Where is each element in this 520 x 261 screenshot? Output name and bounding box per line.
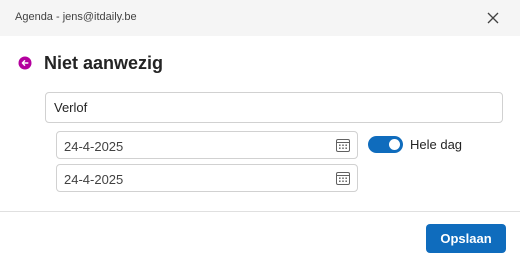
subject-input[interactable]: Verlof [45,92,503,123]
all-day-label: Hele dag [410,137,463,152]
calendar-icon[interactable] [335,170,351,186]
start-date-field[interactable]: 24-4-2025 [56,131,358,159]
toggle-knob [389,139,400,150]
event-dialog: Agenda - jens@itdaily.be Niet aanwezig V… [0,0,520,261]
end-date-value: 24-4-2025 [64,172,124,187]
window-title: Agenda - jens@itdaily.be [15,11,137,23]
out-of-office-icon [18,56,32,70]
save-button[interactable]: Opslaan [426,224,506,253]
close-button[interactable] [480,5,506,31]
page-title: Niet aanwezig [44,53,164,73]
title-bar: Agenda - jens@itdaily.be [0,0,520,36]
calendar-icon[interactable] [335,137,351,153]
end-date-field[interactable]: 24-4-2025 [56,164,358,192]
close-icon [487,12,499,24]
all-day-toggle[interactable] [368,136,403,153]
start-date-value: 24-4-2025 [64,139,124,154]
footer-divider [0,211,520,212]
